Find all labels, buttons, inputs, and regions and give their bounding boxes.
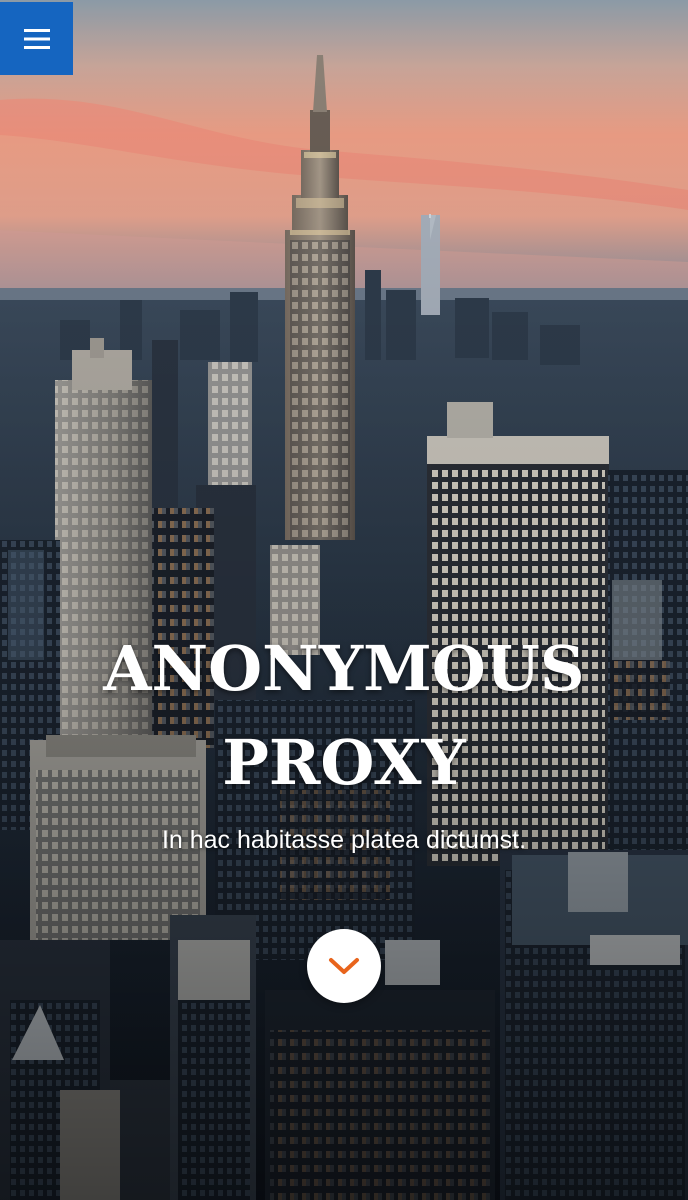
hero-section: ANONYMOUS PROXY In hac habitasse platea … bbox=[0, 0, 688, 1200]
menu-button[interactable] bbox=[0, 2, 73, 75]
hero-title: ANONYMOUS PROXY bbox=[0, 622, 688, 810]
hero-subtitle: In hac habitasse platea dictumst. bbox=[161, 826, 527, 854]
hero-title-line2: PROXY bbox=[222, 726, 466, 799]
hamburger-menu-icon bbox=[23, 28, 50, 49]
chevron-down-icon bbox=[329, 958, 359, 974]
scroll-down-button[interactable] bbox=[307, 929, 381, 1003]
city-skyline-background bbox=[0, 0, 688, 1200]
hero-title-line1: ANONYMOUS bbox=[103, 632, 585, 705]
